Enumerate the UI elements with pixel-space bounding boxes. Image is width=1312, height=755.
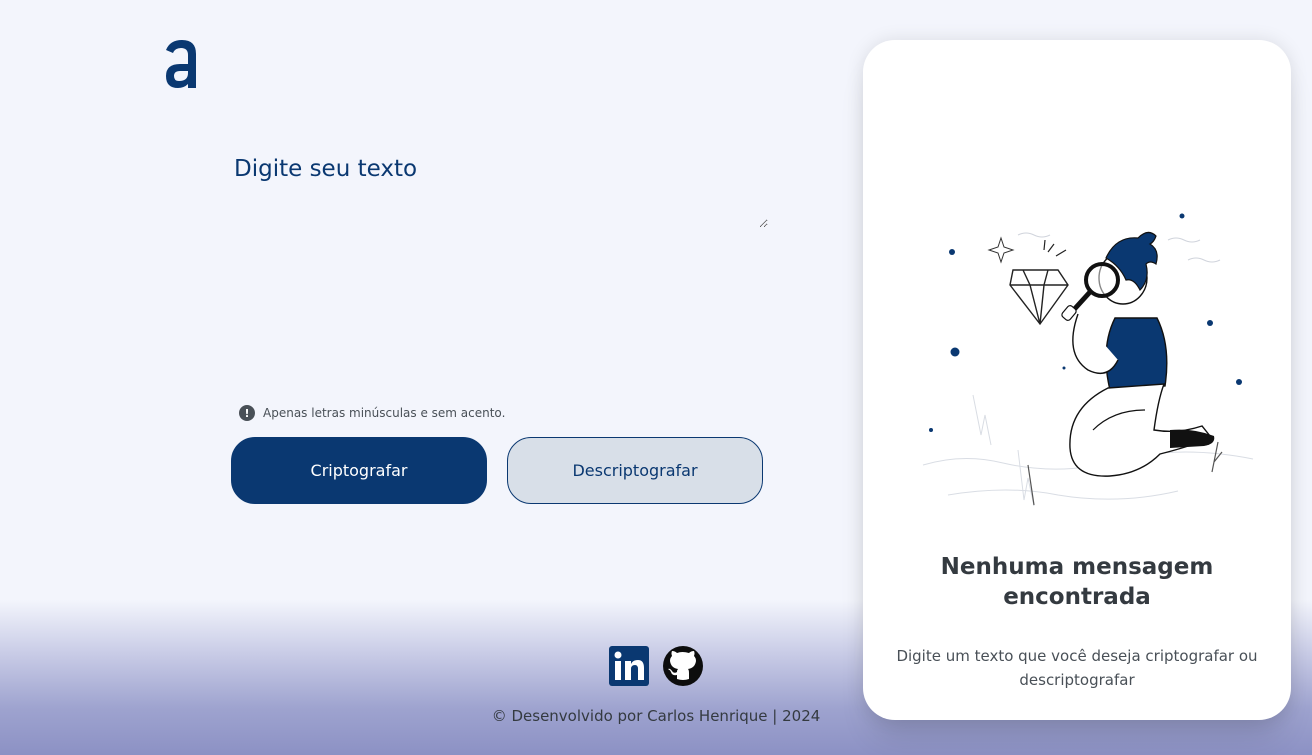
no-message-title: Nenhuma mensagem encontrada (940, 554, 1214, 610)
input-hint: ! Apenas letras minúsculas e sem acento. (239, 405, 505, 421)
message-input[interactable] (232, 150, 768, 228)
alura-logo-icon[interactable] (160, 36, 204, 92)
output-panel: Nenhuma mensagem encontrada Digite um te… (863, 40, 1291, 720)
exclamation-circle-icon: ! (239, 405, 255, 421)
person-magnifying-glass-illustration-icon (922, 213, 1254, 507)
social-links (609, 646, 703, 686)
no-message-description: Digite um texto que você deseja criptogr… (896, 647, 1258, 689)
copyright-text: © Desenvolvido por Carlos Henrique | 202… (491, 707, 821, 725)
page: ! Apenas letras minúsculas e sem acento.… (0, 0, 1312, 755)
hint-text: Apenas letras minúsculas e sem acento. (263, 406, 506, 420)
linkedin-icon[interactable] (609, 646, 649, 686)
decrypt-button[interactable]: Descriptografar (507, 437, 763, 504)
encrypt-button[interactable]: Criptografar (231, 437, 487, 504)
github-icon[interactable] (663, 646, 703, 686)
